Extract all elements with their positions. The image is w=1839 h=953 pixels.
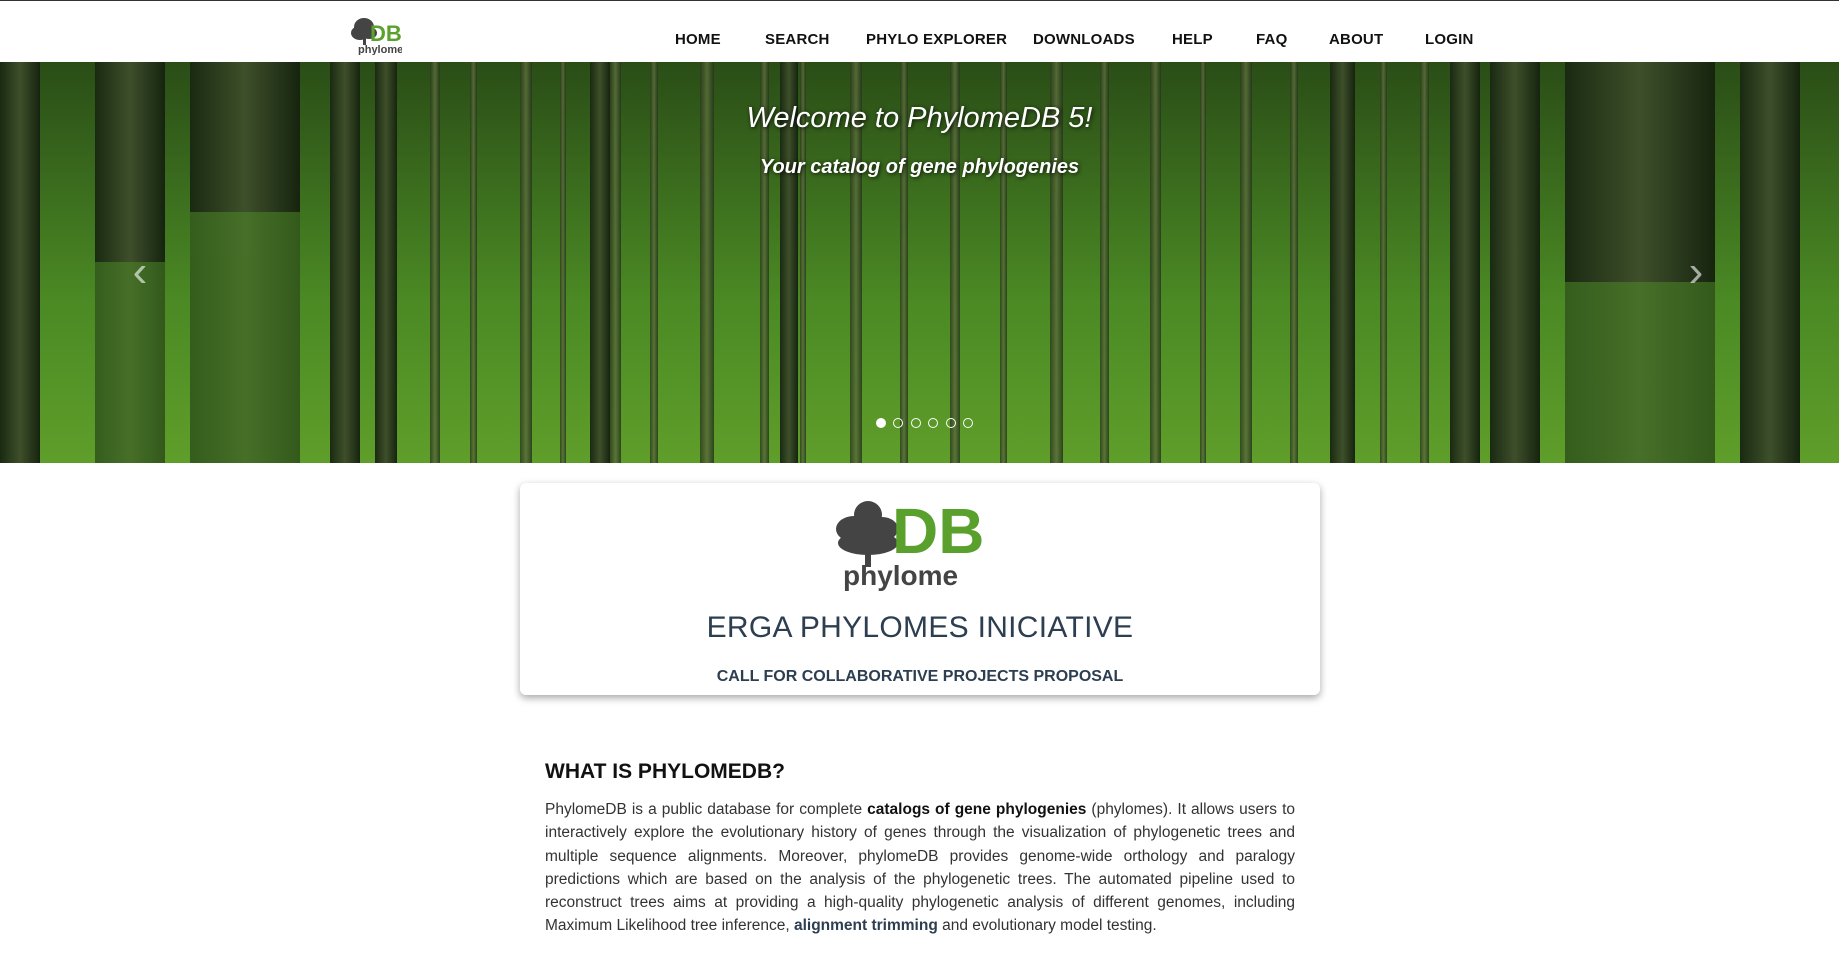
hero-subtitle: Your catalog of gene phylogenies: [759, 156, 1080, 178]
card-title: ERGA PHYLOMES INICIATIVE: [706, 611, 1134, 644]
carousel-next-button[interactable]: ›: [1676, 242, 1716, 302]
card-logo-db-text: DB: [892, 495, 984, 567]
nav-downloads[interactable]: DOWNLOADS: [1033, 31, 1135, 48]
about-bold-catalogs: catalogs of gene phylogenies: [867, 801, 1087, 818]
card-subtitle-link[interactable]: CALL FOR COLLABORATIVE PROJECTS PROPOSAL: [520, 668, 1320, 686]
nav-login[interactable]: LOGIN: [1425, 31, 1474, 48]
about-section: WHAT IS PHYLOMEDB? PhylomeDB is a public…: [545, 760, 1295, 938]
hero-title: Welcome to PhylomeDB 5!: [746, 102, 1093, 134]
about-text-3: and evolutionary model testing.: [937, 917, 1157, 935]
erga-announcement-card[interactable]: DB phylome ERGA PHYLOMES INICIATIVE CALL…: [520, 483, 1320, 695]
top-navbar: DB phylome HOME SEARCH PHYLO EXPLORER DO…: [0, 0, 1839, 62]
chevron-left-icon: ‹: [132, 247, 148, 296]
about-heading: WHAT IS PHYLOMEDB?: [545, 760, 785, 783]
about-paragraph: PhylomeDB is a public database for compl…: [545, 798, 1295, 938]
nav-phylo-explorer[interactable]: PHYLO EXPLORER: [866, 31, 1007, 48]
logo-phylome-text: phylome: [358, 44, 402, 55]
card-logo-phylome-text: phylome: [843, 560, 958, 591]
carousel-dot-1[interactable]: [876, 418, 886, 428]
logo-db-text: DB: [370, 21, 402, 46]
phylomedb-card-logo: DB phylome: [836, 495, 984, 591]
nav-about[interactable]: ABOUT: [1329, 31, 1383, 48]
carousel-dot-4[interactable]: [928, 418, 939, 428]
alignment-trimming-link[interactable]: alignment trimming: [794, 917, 938, 934]
carousel-prev-button[interactable]: ‹: [120, 242, 160, 302]
about-text-2: (phylomes). It allows users to interacti…: [545, 801, 1296, 935]
nav-help[interactable]: HELP: [1172, 31, 1213, 48]
carousel-dot-5[interactable]: [945, 418, 956, 428]
carousel-dot-3[interactable]: [910, 418, 921, 428]
carousel-dot-6[interactable]: [963, 418, 974, 428]
hero-carousel: Welcome to PhylomeDB 5! Your catalog of …: [0, 62, 1839, 463]
nav-home[interactable]: HOME: [675, 31, 721, 48]
about-text-1: PhylomeDB is a public database for compl…: [545, 801, 868, 818]
nav-faq[interactable]: FAQ: [1256, 31, 1287, 48]
nav-search[interactable]: SEARCH: [765, 31, 830, 48]
carousel-dot-2[interactable]: [893, 418, 904, 428]
chevron-right-icon: ›: [1688, 247, 1704, 296]
carousel-indicators: [876, 415, 976, 429]
phylomedb-logo[interactable]: DB phylome: [350, 13, 402, 55]
